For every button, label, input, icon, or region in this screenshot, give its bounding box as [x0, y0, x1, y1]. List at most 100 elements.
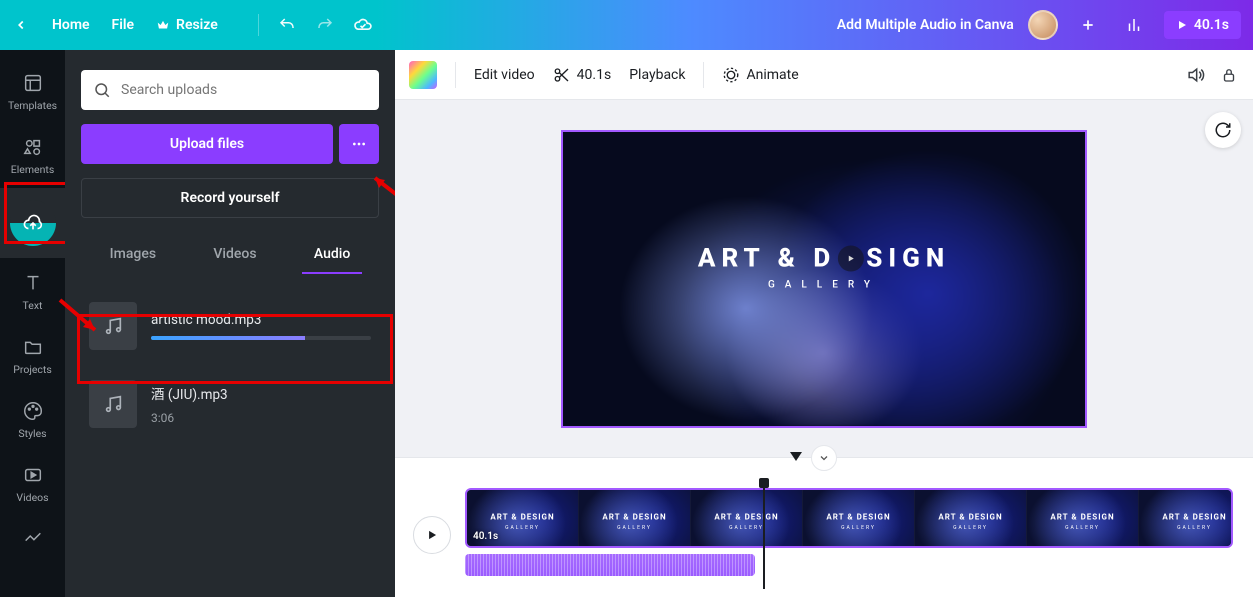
upload-tabs: Images Videos Audio: [81, 238, 379, 270]
document-title[interactable]: Add Multiple Audio in Canva: [837, 17, 1014, 33]
audio-duration: 3:06: [151, 411, 371, 425]
sidebar-item-templates[interactable]: Templates: [0, 60, 65, 122]
timeline-play-button[interactable]: [413, 516, 451, 554]
audio-item-uploading[interactable]: artistic mood.mp3: [81, 294, 379, 358]
topbar-icons: [258, 14, 373, 36]
volume-button[interactable]: [1185, 65, 1205, 85]
video-track[interactable]: 40.1s ART & DESIGNGALLERY ART & DESIGNGA…: [465, 488, 1233, 548]
present-button[interactable]: 40.1s: [1164, 11, 1241, 39]
sidebar-item-label: Projects: [13, 363, 52, 376]
upload-files-button[interactable]: Upload files: [81, 124, 333, 164]
sidebar-item-text[interactable]: Text: [0, 260, 65, 322]
background-color-swatch[interactable]: [409, 61, 437, 89]
timeline: 40.1s ART & DESIGNGALLERY ART & DESIGNGA…: [395, 457, 1253, 597]
chevron-left-icon: [14, 18, 28, 32]
audio-thumb: [89, 302, 137, 350]
music-note-icon: [102, 315, 124, 337]
sidebar-item-label: Templates: [8, 99, 57, 112]
sidebar-item-projects[interactable]: Projects: [0, 324, 65, 386]
tab-images[interactable]: Images: [106, 238, 160, 270]
topbar-left: Home File Resize: [12, 14, 373, 36]
timeline-thumb: ART & DESIGNGALLERY: [803, 490, 915, 546]
divider: [258, 14, 259, 36]
upload-cloud-icon: [22, 212, 44, 234]
regenerate-button[interactable]: [1205, 112, 1241, 148]
timeline-expand-button[interactable]: [811, 445, 837, 471]
undo-icon: [278, 16, 296, 34]
templates-icon: [22, 72, 44, 94]
chart-icon: [1125, 16, 1143, 34]
canvas-toolbar: Edit video 40.1s Playback Animate: [395, 50, 1253, 100]
sidebar-item-elements[interactable]: Elements: [0, 124, 65, 186]
animate-button[interactable]: Animate: [722, 66, 798, 84]
upload-progress: [151, 336, 371, 340]
crown-icon: [156, 18, 170, 32]
cloud-sync-button[interactable]: [353, 15, 373, 35]
playback-label: Playback: [629, 67, 685, 83]
waveform: [465, 554, 755, 576]
avatar[interactable]: [1028, 10, 1058, 40]
more-icon: [351, 136, 367, 152]
sidebar-item-more[interactable]: [0, 516, 65, 556]
palette-icon: [22, 400, 44, 422]
title-part-right: SIGN: [866, 243, 950, 273]
tab-audio[interactable]: Audio: [310, 238, 354, 270]
timeline-thumb: ART & DESIGNGALLERY: [1139, 490, 1233, 546]
record-yourself-button[interactable]: Record yourself: [81, 178, 379, 218]
playback-button[interactable]: Playback: [629, 67, 685, 83]
playhead[interactable]: [763, 484, 765, 589]
undo-button[interactable]: [277, 15, 297, 35]
uploads-panel: Upload files Record yourself Images Vide…: [65, 50, 395, 597]
edit-video-button[interactable]: Edit video: [474, 67, 535, 83]
sidebar-item-label: Videos: [16, 491, 48, 504]
play-icon: [1176, 19, 1188, 31]
chevron-down-icon: [818, 452, 830, 464]
topbar-right: Add Multiple Audio in Canva 40.1s: [837, 9, 1241, 41]
design-text-group[interactable]: ART & D SIGN GALLERY: [698, 243, 950, 290]
design-title: ART & D SIGN: [698, 243, 950, 273]
insights-button[interactable]: [1118, 9, 1150, 41]
redo-icon: [316, 16, 334, 34]
redo-button[interactable]: [315, 15, 335, 35]
back-button[interactable]: [12, 16, 30, 34]
tab-videos[interactable]: Videos: [209, 238, 260, 270]
sidebar-item-uploads[interactable]: [0, 188, 65, 258]
divider: [455, 62, 456, 88]
elements-icon: [22, 136, 44, 158]
home-menu[interactable]: Home: [52, 17, 90, 33]
lock-button[interactable]: [1219, 65, 1239, 85]
audio-track[interactable]: [465, 554, 755, 576]
timeline-thumb: ART & DESIGNGALLERY: [1027, 490, 1139, 546]
sidebar-item-videos[interactable]: Videos: [0, 452, 65, 514]
playhead-marker-icon: [788, 450, 804, 462]
design-frame[interactable]: ART & D SIGN GALLERY: [561, 130, 1087, 428]
trend-icon: [22, 525, 44, 547]
text-icon: [22, 272, 44, 294]
resize-menu[interactable]: Resize: [156, 17, 218, 33]
video-icon: [22, 464, 44, 486]
timeline-thumb: ART & DESIGNGALLERY: [915, 490, 1027, 546]
audio-name: artistic mood.mp3: [151, 312, 371, 328]
edit-video-label: Edit video: [474, 67, 535, 83]
canvas-stage[interactable]: ART & D SIGN GALLERY: [395, 100, 1253, 457]
search-input[interactable]: [121, 82, 367, 98]
search-icon: [93, 81, 111, 99]
scissors-icon: [553, 66, 571, 84]
music-note-icon: [102, 393, 124, 415]
cloud-check-icon: [353, 15, 373, 35]
sidebar-item-styles[interactable]: Styles: [0, 388, 65, 450]
audio-list: artistic mood.mp3 酒 (JIU).mp3 3:06: [81, 294, 379, 436]
trim-duration-button[interactable]: 40.1s: [553, 66, 612, 84]
lock-icon: [1220, 66, 1238, 84]
file-menu[interactable]: File: [112, 17, 135, 33]
audio-thumb: [89, 380, 137, 428]
search-uploads[interactable]: [81, 70, 379, 110]
sidebar-item-label: Styles: [18, 427, 46, 440]
add-member-button[interactable]: [1072, 9, 1104, 41]
plus-icon: [1080, 17, 1096, 33]
timeline-thumb: ART & DESIGNGALLERY: [579, 490, 691, 546]
trim-duration-label: 40.1s: [577, 67, 612, 83]
audio-item[interactable]: 酒 (JIU).mp3 3:06: [81, 372, 379, 436]
play-icon: [425, 528, 439, 542]
upload-more-button[interactable]: [339, 124, 379, 164]
